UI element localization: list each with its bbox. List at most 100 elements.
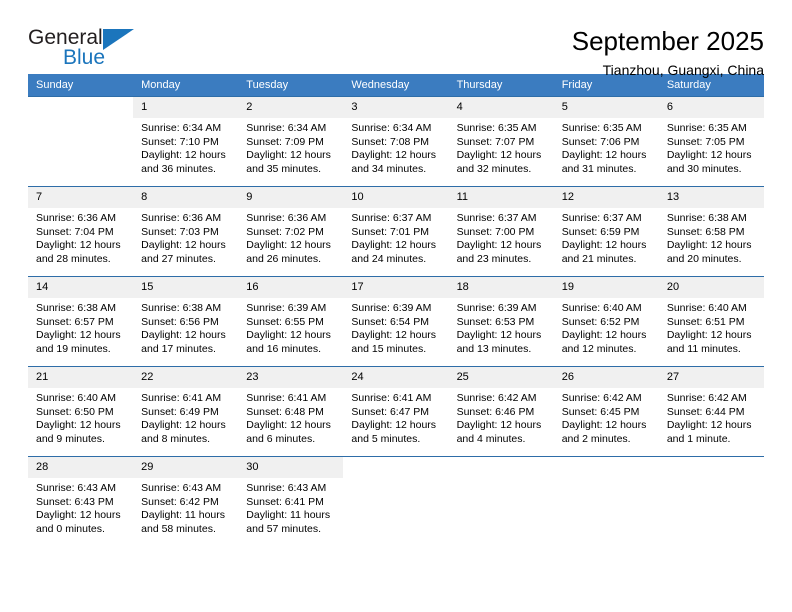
page-title: September 2025 xyxy=(571,26,764,56)
weekday-header-sunday: Sunday xyxy=(28,74,134,97)
calendar-day-cell[interactable]: 14 Sunrise: 6:38 AM Sunset: 6:57 PM Dayligh… xyxy=(28,276,134,367)
calendar-day-cell[interactable]: 12 Sunrise: 6:37 AM Sunset: 6:59 PM Dayligh… xyxy=(553,186,659,277)
calendar-day-cell[interactable]: 30 Sunrise: 6:43 AM Sunset: 6:41 PM Dayligh… xyxy=(238,456,344,545)
sunrise-text: Sunrise: 6:37 AM xyxy=(351,212,432,224)
calendar-day-cell[interactable]: 11 Sunrise: 6:37 AM Sunset: 7:00 PM Dayligh… xyxy=(448,186,554,277)
day-details: Sunrise: 6:37 AM Sunset: 7:00 PM Daylight:… xyxy=(449,208,554,266)
calendar-week-row: 7 Sunrise: 6:36 AM Sunset: 7:04 PM Daylight… xyxy=(28,186,764,277)
calendar-day-cell[interactable]: 6 Sunrise: 6:35 AM Sunset: 7:05 PM Daylight… xyxy=(658,96,764,187)
day-details: Sunrise: 6:36 AM Sunset: 7:02 PM Daylight:… xyxy=(238,208,343,266)
calendar-day-cell[interactable]: 10 Sunrise: 6:37 AM Sunset: 7:01 PM Dayligh… xyxy=(343,186,449,277)
sunset-text: Sunset: 6:47 PM xyxy=(351,405,430,418)
daylight-text-line1: Daylight: 12 hours xyxy=(666,239,752,251)
daylight-text-line2: and 5 minutes. xyxy=(351,432,421,445)
calendar-page: General Blue September 2025 Tianzhou, Gu… xyxy=(0,0,792,612)
calendar-day-cell[interactable]: 17 Sunrise: 6:39 AM Sunset: 6:54 PM Dayligh… xyxy=(343,276,449,367)
daylight-text-line1: Daylight: 12 hours xyxy=(246,419,331,431)
calendar-day-cell[interactable]: 24 Sunrise: 6:41 AM Sunset: 6:47 PM Dayligh… xyxy=(343,366,449,457)
sunrise-text: Sunrise: 6:39 AM xyxy=(246,302,327,314)
weekday-header-tuesday: Tuesday xyxy=(238,74,344,97)
day-number xyxy=(28,97,134,118)
calendar-day-cell[interactable]: 7 Sunrise: 6:36 AM Sunset: 7:04 PM Daylight… xyxy=(28,186,134,277)
sunrise-text: Sunrise: 6:36 AM xyxy=(246,212,327,224)
sunrise-text: Sunrise: 6:43 AM xyxy=(141,482,222,494)
calendar-day-cell[interactable]: 26 Sunrise: 6:42 AM Sunset: 6:45 PM Dayligh… xyxy=(553,366,659,457)
sunset-text: Sunset: 6:45 PM xyxy=(561,405,640,418)
day-number: 16 xyxy=(238,277,344,298)
calendar-day-cell-empty xyxy=(658,456,764,545)
sunrise-text: Sunrise: 6:39 AM xyxy=(351,302,432,314)
calendar-day-cell[interactable]: 25 Sunrise: 6:42 AM Sunset: 6:46 PM Dayligh… xyxy=(448,366,554,457)
day-details: Sunrise: 6:41 AM Sunset: 6:47 PM Daylight:… xyxy=(343,388,448,446)
sunset-text: Sunset: 6:43 PM xyxy=(36,495,114,508)
sunset-text: Sunset: 7:02 PM xyxy=(246,225,324,238)
sunset-text: Sunset: 6:50 PM xyxy=(36,405,114,418)
weekday-header-wednesday: Wednesday xyxy=(343,74,449,97)
sunrise-text: Sunrise: 6:35 AM xyxy=(456,122,537,134)
daylight-text-line1: Daylight: 12 hours xyxy=(666,419,752,431)
calendar-day-cell[interactable]: 27 Sunrise: 6:42 AM Sunset: 6:44 PM Dayligh… xyxy=(658,366,764,457)
daylight-text-line1: Daylight: 12 hours xyxy=(456,149,542,161)
calendar-week-row: 14 Sunrise: 6:38 AM Sunset: 6:57 PM Dayligh… xyxy=(28,276,764,367)
day-number: 4 xyxy=(448,97,554,118)
sunset-text: Sunset: 6:58 PM xyxy=(666,225,745,238)
sunrise-text: Sunrise: 6:42 AM xyxy=(666,392,747,404)
sunset-text: Sunset: 7:09 PM xyxy=(246,135,324,148)
day-number: 24 xyxy=(343,367,449,388)
day-number: 19 xyxy=(553,277,659,298)
daylight-text-line1: Daylight: 12 hours xyxy=(351,239,437,251)
sunset-text: Sunset: 6:59 PM xyxy=(561,225,640,238)
calendar-day-cell[interactable]: 13 Sunrise: 6:38 AM Sunset: 6:58 PM Dayligh… xyxy=(658,186,764,277)
day-number: 28 xyxy=(28,457,134,478)
calendar-day-cell[interactable]: 8 Sunrise: 6:36 AM Sunset: 7:03 PM Daylight… xyxy=(133,186,239,277)
calendar-day-cell[interactable]: 22 Sunrise: 6:41 AM Sunset: 6:49 PM Dayligh… xyxy=(133,366,239,457)
sunset-text: Sunset: 6:44 PM xyxy=(666,405,745,418)
daylight-text-line2: and 8 minutes. xyxy=(141,432,211,445)
daylight-text-line2: and 21 minutes. xyxy=(561,252,637,265)
daylight-text-line2: and 20 minutes. xyxy=(666,252,742,265)
daylight-text-line1: Daylight: 11 hours xyxy=(141,509,225,521)
calendar-day-cell[interactable]: 20 Sunrise: 6:40 AM Sunset: 6:51 PM Dayligh… xyxy=(658,276,764,367)
calendar-day-cell[interactable]: 29 Sunrise: 6:43 AM Sunset: 6:42 PM Dayligh… xyxy=(133,456,239,545)
day-details: Sunrise: 6:40 AM Sunset: 6:52 PM Daylight:… xyxy=(554,298,659,356)
day-number: 17 xyxy=(343,277,449,298)
calendar-day-cell[interactable]: 16 Sunrise: 6:39 AM Sunset: 6:55 PM Dayligh… xyxy=(238,276,344,367)
day-number xyxy=(343,457,449,478)
day-number: 3 xyxy=(343,97,449,118)
day-number: 18 xyxy=(448,277,554,298)
calendar-day-cell[interactable]: 4 Sunrise: 6:35 AM Sunset: 7:07 PM Daylight… xyxy=(448,96,554,187)
weekday-header-thursday: Thursday xyxy=(448,74,554,97)
calendar-day-cell[interactable]: 1 Sunrise: 6:34 AM Sunset: 7:10 PM Daylight… xyxy=(133,96,239,187)
sunset-text: Sunset: 6:54 PM xyxy=(351,315,430,328)
day-number: 7 xyxy=(28,187,134,208)
calendar-day-cell[interactable]: 3 Sunrise: 6:34 AM Sunset: 7:08 PM Daylight… xyxy=(343,96,449,187)
calendar-day-cell-empty xyxy=(28,96,134,187)
title-block: September 2025 Tianzhou, Guangxi, China xyxy=(572,26,764,80)
calendar-day-cell[interactable]: 9 Sunrise: 6:36 AM Sunset: 7:02 PM Daylight… xyxy=(238,186,344,277)
day-number: 29 xyxy=(133,457,239,478)
sunrise-text: Sunrise: 6:42 AM xyxy=(561,392,642,404)
sunrise-text: Sunrise: 6:38 AM xyxy=(141,302,222,314)
daylight-text-line1: Daylight: 12 hours xyxy=(36,329,121,341)
calendar-day-cell[interactable]: 23 Sunrise: 6:41 AM Sunset: 6:48 PM Dayligh… xyxy=(238,366,344,457)
daylight-text-line1: Daylight: 12 hours xyxy=(456,419,542,431)
calendar-day-cell[interactable]: 18 Sunrise: 6:39 AM Sunset: 6:53 PM Dayligh… xyxy=(448,276,554,367)
calendar-day-cell[interactable]: 2 Sunrise: 6:34 AM Sunset: 7:09 PM Daylight… xyxy=(238,96,344,187)
sunrise-text: Sunrise: 6:36 AM xyxy=(141,212,222,224)
calendar-day-cell[interactable]: 28 Sunrise: 6:43 AM Sunset: 6:43 PM Dayligh… xyxy=(28,456,134,545)
generalblue-logo[interactable]: General Blue xyxy=(28,26,140,72)
calendar-day-cell[interactable]: 5 Sunrise: 6:35 AM Sunset: 7:06 PM Daylight… xyxy=(553,96,659,187)
calendar-day-cell[interactable]: 19 Sunrise: 6:40 AM Sunset: 6:52 PM Dayligh… xyxy=(553,276,659,367)
sunset-text: Sunset: 6:53 PM xyxy=(456,315,535,328)
day-number xyxy=(553,457,659,478)
daylight-text-line2: and 19 minutes. xyxy=(36,342,111,355)
daylight-text-line1: Daylight: 12 hours xyxy=(456,329,542,341)
sunrise-text: Sunrise: 6:35 AM xyxy=(561,122,642,134)
day-details: Sunrise: 6:35 AM Sunset: 7:05 PM Daylight:… xyxy=(659,118,764,176)
sunrise-text: Sunrise: 6:40 AM xyxy=(666,302,747,314)
daylight-text-line1: Daylight: 12 hours xyxy=(246,149,331,161)
weekday-header-monday: Monday xyxy=(133,74,239,97)
calendar-day-cell[interactable]: 21 Sunrise: 6:40 AM Sunset: 6:50 PM Dayligh… xyxy=(28,366,134,457)
calendar-day-cell[interactable]: 15 Sunrise: 6:38 AM Sunset: 6:56 PM Dayligh… xyxy=(133,276,239,367)
daylight-text-line1: Daylight: 12 hours xyxy=(666,149,752,161)
